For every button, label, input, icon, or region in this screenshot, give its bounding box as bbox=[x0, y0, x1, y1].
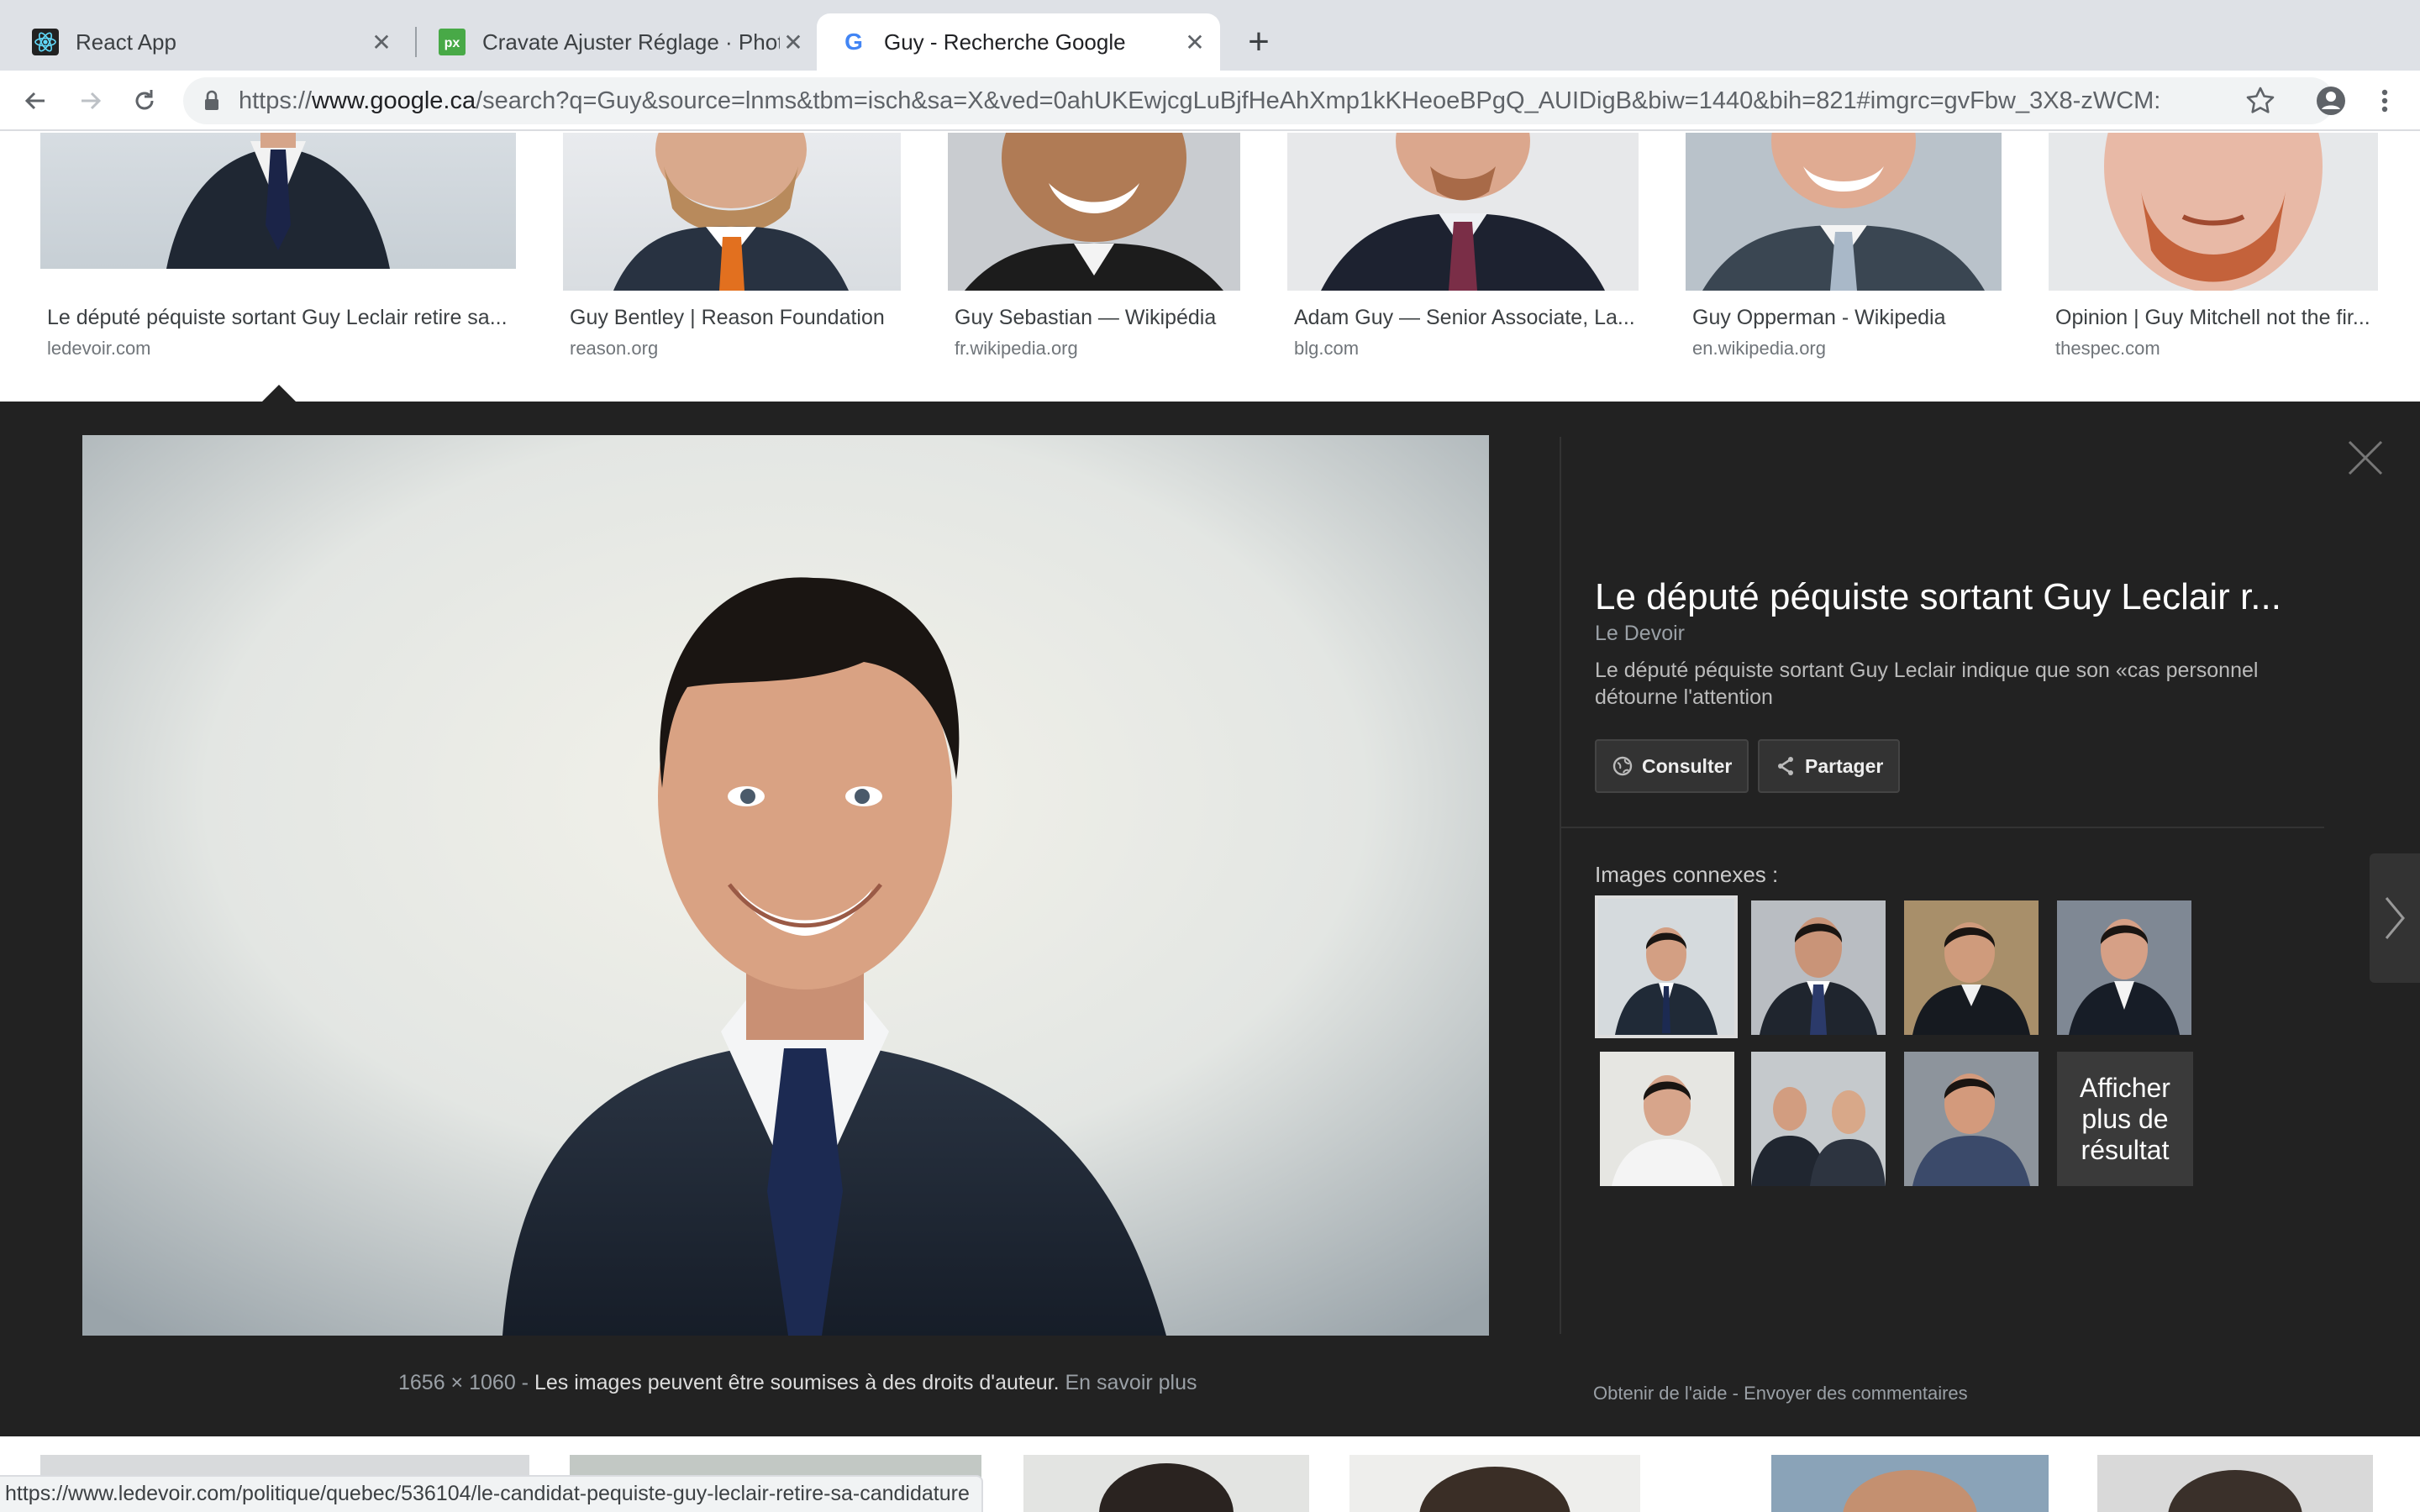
status-bar-url: https://www.ledevoir.com/politique/quebe… bbox=[0, 1475, 983, 1512]
result-thumbnail[interactable] bbox=[2049, 133, 2378, 291]
pixabay-icon: px bbox=[439, 29, 466, 55]
result-thumbnail[interactable] bbox=[1349, 1455, 1640, 1512]
close-icon[interactable]: ✕ bbox=[368, 29, 395, 55]
visit-button[interactable]: Consulter bbox=[1595, 739, 1749, 793]
result-source: fr.wikipedia.org bbox=[955, 338, 1078, 359]
result-thumbnail[interactable] bbox=[2097, 1455, 2373, 1512]
share-icon bbox=[1775, 755, 1797, 777]
related-image-4[interactable] bbox=[2057, 900, 2191, 1035]
lock-icon[interactable] bbox=[200, 89, 224, 113]
result-thumbnail[interactable] bbox=[40, 133, 516, 269]
chevron-right-icon bbox=[2385, 897, 2405, 939]
visit-label: Consulter bbox=[1642, 754, 1733, 777]
close-icon[interactable]: ✕ bbox=[1181, 29, 1208, 55]
result-title[interactable]: Adam Guy — Senior Associate, La... bbox=[1294, 306, 1644, 330]
help-link[interactable]: Obtenir de l'aide bbox=[1593, 1383, 1728, 1404]
preview-main-image[interactable] bbox=[82, 435, 1489, 1336]
separator: - bbox=[1727, 1383, 1744, 1404]
tab-title: Guy - Recherche Google bbox=[884, 29, 1126, 55]
result-thumbnail[interactable] bbox=[1771, 1455, 2049, 1512]
tab-title: React App bbox=[76, 29, 176, 55]
copyright-notice: Les images peuvent être soumises à des d… bbox=[534, 1371, 1060, 1394]
react-icon bbox=[32, 29, 59, 55]
preview-footer-links: Obtenir de l'aide - Envoyer des commenta… bbox=[1593, 1383, 1968, 1404]
tab-strip: React App ✕ px Cravate Ajuster Réglage ·… bbox=[0, 0, 2420, 71]
preview-title[interactable]: Le député péquiste sortant Guy Leclair r… bbox=[1595, 576, 2281, 618]
image-dimensions: 1656 × 1060 bbox=[398, 1371, 516, 1394]
result-source: blg.com bbox=[1294, 338, 1360, 359]
show-more-label: Afficher plus de résultat bbox=[2080, 1072, 2170, 1165]
result-thumbnail[interactable] bbox=[563, 133, 901, 291]
result-thumbnail[interactable] bbox=[1287, 133, 1639, 291]
result-title[interactable]: Le député péquiste sortant Guy Leclair r… bbox=[47, 306, 518, 330]
result-source: reason.org bbox=[570, 338, 659, 359]
selected-pointer bbox=[262, 385, 296, 402]
url-text[interactable]: https://www.google.ca/search?q=Guy&sourc… bbox=[239, 86, 2222, 116]
url-host: www.google.ca bbox=[312, 87, 476, 114]
related-images-label: Images connexes : bbox=[1595, 862, 1779, 887]
separator: - bbox=[515, 1371, 534, 1394]
related-image-3[interactable] bbox=[1904, 900, 2039, 1035]
learn-more-link[interactable]: En savoir plus bbox=[1065, 1371, 1197, 1394]
reload-icon[interactable] bbox=[126, 82, 163, 119]
result-title[interactable]: Opinion | Guy Mitchell not the fir... bbox=[2055, 306, 2383, 330]
result-thumbnail[interactable] bbox=[948, 133, 1240, 291]
result-thumbnail[interactable] bbox=[1023, 1455, 1309, 1512]
result-title[interactable]: Guy Bentley | Reason Foundation bbox=[570, 306, 906, 330]
related-image-5[interactable] bbox=[1600, 1052, 1734, 1186]
result-source: ledevoir.com bbox=[47, 338, 151, 359]
show-more-results-button[interactable]: Afficher plus de résultat bbox=[2057, 1052, 2193, 1186]
tab-title: Cravate Ajuster Réglage · Phot bbox=[482, 29, 780, 55]
google-icon: G bbox=[840, 29, 867, 55]
svg-text:G: G bbox=[844, 29, 863, 55]
bookmark-star-icon[interactable] bbox=[2244, 84, 2277, 118]
info-divider bbox=[1561, 827, 2324, 828]
svg-text:px: px bbox=[445, 36, 460, 50]
menu-icon[interactable] bbox=[2370, 82, 2400, 119]
url-scheme: https:// bbox=[239, 87, 313, 114]
tab-pixabay[interactable]: px Cravate Ajuster Réglage · Phot ✕ bbox=[415, 13, 818, 71]
related-image-2[interactable] bbox=[1751, 900, 1886, 1035]
preview-description: Le député péquiste sortant Guy Leclair i… bbox=[1595, 659, 2259, 709]
globe-icon bbox=[1612, 755, 1634, 777]
result-title[interactable]: Guy Opperman - Wikipedia bbox=[1692, 306, 2003, 330]
result-title[interactable]: Guy Sebastian — Wikipédia bbox=[955, 306, 1240, 330]
image-copyright-line: 1656 × 1060 - Les images peuvent être so… bbox=[398, 1371, 1197, 1395]
url-path: /search?q=Guy&source=lnms&tbm=isch&sa=X&… bbox=[476, 87, 2161, 114]
close-icon[interactable]: ✕ bbox=[780, 29, 807, 55]
account-icon[interactable] bbox=[2312, 82, 2349, 119]
forward-icon[interactable] bbox=[72, 82, 109, 119]
related-image-6[interactable] bbox=[1751, 1052, 1886, 1186]
panel-divider bbox=[1560, 437, 1561, 1334]
tab-react-app[interactable]: React App ✕ bbox=[8, 13, 407, 71]
share-label: Partager bbox=[1805, 754, 1884, 777]
new-tab-button[interactable]: + bbox=[1239, 20, 1279, 64]
result-thumbnail[interactable] bbox=[1686, 133, 2002, 291]
share-button[interactable]: Partager bbox=[1758, 739, 1901, 793]
result-source: en.wikipedia.org bbox=[1692, 338, 1826, 359]
feedback-link[interactable]: Envoyer des commentaires bbox=[1744, 1383, 1968, 1404]
tab-google-search[interactable]: G Guy - Recherche Google ✕ bbox=[817, 13, 1220, 71]
related-image-7[interactable] bbox=[1904, 1052, 2039, 1186]
result-source: thespec.com bbox=[2055, 338, 2160, 359]
related-image-1[interactable] bbox=[1595, 895, 1738, 1038]
preview-source[interactable]: Le Devoir bbox=[1595, 622, 1685, 646]
close-icon[interactable] bbox=[2343, 435, 2388, 480]
next-image-button[interactable] bbox=[2370, 853, 2420, 983]
back-icon[interactable] bbox=[17, 82, 54, 119]
